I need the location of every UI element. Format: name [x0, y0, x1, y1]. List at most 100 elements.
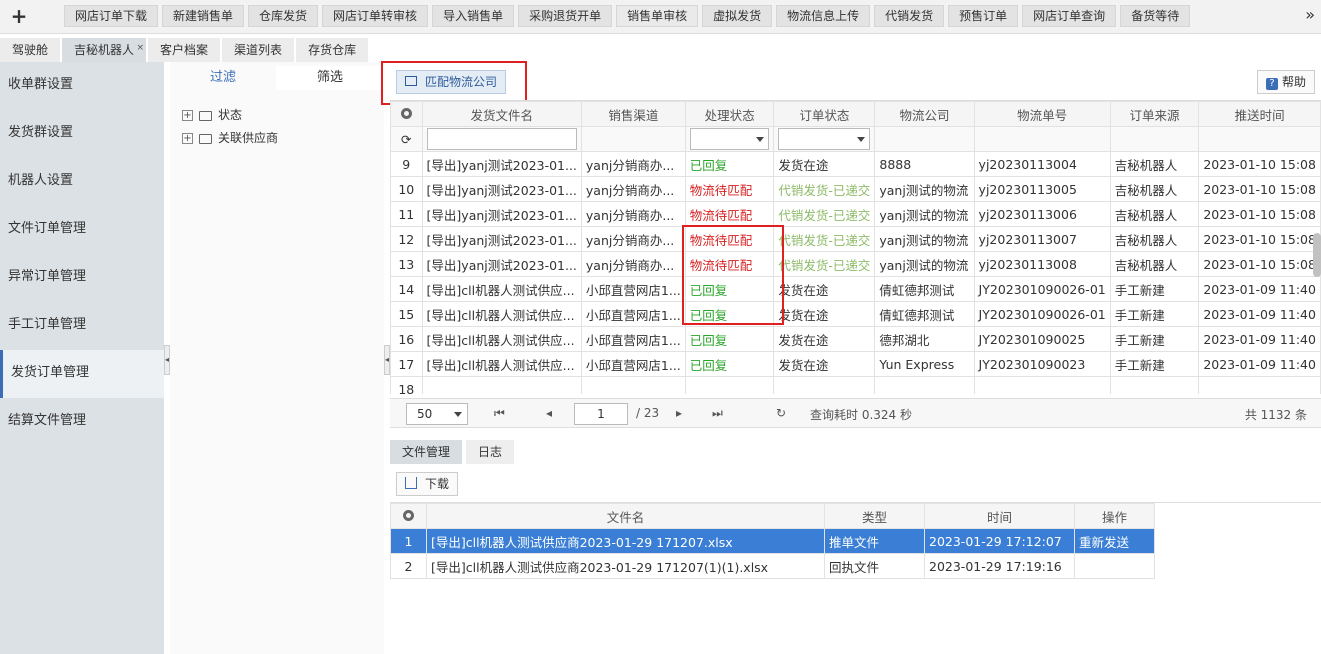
tab-module-1[interactable]: 吉秘机器人 ×	[62, 36, 147, 62]
toolbar-button-9[interactable]: 代销发货	[874, 5, 945, 27]
next-page-icon[interactable]: ▸	[676, 406, 682, 420]
expand-icon[interactable]: +	[182, 133, 193, 144]
cell-order: 发货在途	[773, 151, 876, 177]
tree-node-1[interactable]: + 关联供应商	[182, 127, 278, 150]
page-size-select[interactable]: 50	[406, 403, 468, 425]
toolbar-button-10[interactable]: 预售订单	[948, 5, 1019, 27]
cell-file: [导出]yanj测试2023-01...	[421, 176, 582, 202]
toolbar-button-12[interactable]: 备货等待	[1120, 5, 1191, 27]
column-header-0[interactable]: 发货文件名	[421, 101, 582, 127]
sidebar-item-1[interactable]: 发货群设置	[0, 110, 164, 158]
download-label: 下载	[425, 477, 450, 491]
filter-cell-proc	[684, 126, 775, 152]
table-row[interactable]: 1 [导出]cll机器人测试供应商2023-01-29 171207.xlsx 推单…	[390, 528, 1155, 554]
tab-label: 客户档案	[160, 43, 209, 57]
filter-proc-select[interactable]	[689, 128, 770, 150]
toolbar-button-4[interactable]: 导入销售单	[432, 5, 515, 27]
table-row[interactable]: 9 [导出]yanj测试2023-01... yanj分销商办... 已回复 发货在途 8…	[390, 151, 1321, 177]
close-icon[interactable]: ×	[136, 36, 144, 60]
chevron-down-icon	[454, 412, 462, 417]
table-row[interactable]: 10 [导出]yanj测试2023-01... yanj分销商办... 物流待匹配 代销…	[390, 176, 1321, 202]
toolbar-button-11[interactable]: 网店订单查询	[1022, 5, 1117, 27]
column-header-5[interactable]: 物流单号	[973, 101, 1111, 127]
filter-tree: + 状态 + 关联供应商	[182, 104, 278, 150]
filter-order-select[interactable]	[778, 128, 871, 150]
tab-module-4[interactable]: 存货仓库	[296, 38, 369, 62]
plus-icon[interactable]: +	[8, 4, 30, 28]
table-row[interactable]: 18	[390, 376, 1321, 394]
sidebar-item-4[interactable]: 异常订单管理	[0, 254, 164, 302]
toolbar-buttons: 网店订单下载 新建销售单 仓库发货 网店订单转审核 导入销售单 采购退货开单 销售单审核 虚拟…	[64, 5, 1191, 27]
more-icon[interactable]: »	[1305, 5, 1315, 24]
tab-bottom-1[interactable]: 日志	[466, 440, 515, 464]
prev-page-icon[interactable]: ◂	[546, 406, 552, 420]
column-header-2[interactable]: 处理状态	[684, 101, 775, 127]
toolbar-button-3[interactable]: 网店订单转审核	[322, 5, 429, 27]
page-number-input[interactable]: 1	[574, 403, 628, 425]
toolbar-button-0[interactable]: 网店订单下载	[64, 5, 159, 27]
table-row[interactable]: 17 [导出]cll机器人测试供应... 小邱直营网店1... 已回复 发货在途 Yun …	[390, 351, 1321, 377]
column-header-3[interactable]: 订单状态	[773, 101, 876, 127]
file-cell-op[interactable]: 重新发送	[1074, 528, 1155, 554]
cell-channel: 小邱直营网店1...	[580, 276, 686, 302]
column-header-7[interactable]: 推送时间	[1198, 101, 1321, 127]
sidebar-item-3[interactable]: 文件订单管理	[0, 206, 164, 254]
sidebar-item-0[interactable]: 收单群设置	[0, 62, 164, 110]
files-column-settings[interactable]	[390, 503, 427, 529]
tab-module-2[interactable]: 客户档案	[148, 38, 221, 62]
table-row[interactable]: 11 [导出]yanj测试2023-01... yanj分销商办... 物流待匹配 代销…	[390, 201, 1321, 227]
first-page-icon[interactable]: ⏮	[494, 406, 505, 421]
row-index: 1	[390, 528, 427, 554]
cell-source: 吉秘机器人	[1109, 201, 1200, 227]
row-index: 11	[390, 201, 423, 227]
gear-icon[interactable]	[400, 107, 412, 119]
toolbar-button-7[interactable]: 虚拟发货	[702, 5, 773, 27]
help-button[interactable]: ? 帮助	[1256, 70, 1315, 94]
file-cell-op[interactable]	[1074, 553, 1155, 579]
sidebar-item-2[interactable]: 机器人设置	[0, 158, 164, 206]
table-row[interactable]: 12 [导出]yanj测试2023-01... yanj分销商办... 物流待匹配 代销…	[390, 226, 1321, 252]
column-header-6[interactable]: 订单来源	[1109, 101, 1200, 127]
tab-module-3[interactable]: 渠道列表	[222, 38, 295, 62]
tab-bottom-0[interactable]: 文件管理	[390, 440, 463, 464]
table-row[interactable]: 2 [导出]cll机器人测试供应商2023-01-29 171207(1)(1).…	[390, 553, 1155, 579]
files-column-header-3[interactable]: 操作	[1074, 503, 1155, 529]
sidebar-item-6[interactable]: 发货订单管理	[0, 350, 164, 398]
table-row[interactable]: 13 [导出]yanj测试2023-01... yanj分销商办... 物流待匹配 代销…	[390, 251, 1321, 277]
refresh-icon[interactable]: ⟳	[390, 126, 423, 152]
column-header-4[interactable]: 物流公司	[874, 101, 975, 127]
toolbar-button-1[interactable]: 新建销售单	[162, 5, 245, 27]
tab-module-0[interactable]: 驾驶舱	[0, 38, 61, 62]
gear-icon[interactable]	[403, 509, 414, 521]
filter-pane: 过滤 筛选 + 状态 + 关联供应商	[170, 62, 384, 654]
table-row[interactable]: 16 [导出]cll机器人测试供应... 小邱直营网店1... 已回复 发货在途 德邦湖北…	[390, 326, 1321, 352]
toolbar-button-6[interactable]: 销售单审核	[616, 5, 699, 27]
toolbar-button-5[interactable]: 采购退货开单	[518, 5, 613, 27]
filter-file-input[interactable]	[426, 128, 577, 150]
tab-select[interactable]: 筛选	[276, 66, 384, 90]
cell-no: yj20230113004	[973, 151, 1111, 177]
tree-node-0[interactable]: + 状态	[182, 104, 278, 127]
last-page-icon[interactable]: ⏭	[712, 406, 723, 421]
sidebar-item-5[interactable]: 手工订单管理	[0, 302, 164, 350]
table-row[interactable]: 15 [导出]cll机器人测试供应... 小邱直营网店1... 已回复 发货在途 倩虹德邦…	[390, 301, 1321, 327]
reload-icon[interactable]: ↻	[776, 406, 786, 420]
file-cell-type: 推单文件	[824, 528, 925, 554]
files-column-header-2[interactable]: 时间	[924, 503, 1075, 529]
column-settings[interactable]	[390, 101, 423, 127]
expand-icon[interactable]: +	[182, 110, 193, 121]
column-header-1[interactable]: 销售渠道	[580, 101, 686, 127]
cell-logistics: yanj测试的物流	[874, 176, 975, 202]
cell-time: 2023-01-09 11:40	[1198, 276, 1321, 302]
toolbar-button-2[interactable]: 仓库发货	[248, 5, 319, 27]
row-index: 14	[390, 276, 423, 302]
tab-filter[interactable]: 过滤	[170, 66, 276, 90]
sidebar-item-7[interactable]: 结算文件管理	[0, 398, 164, 446]
files-column-header-0[interactable]: 文件名	[426, 503, 825, 529]
toolbar-button-8[interactable]: 物流信息上传	[776, 5, 871, 27]
files-column-header-1[interactable]: 类型	[824, 503, 925, 529]
table-row[interactable]: 14 [导出]cll机器人测试供应... 小邱直营网店1... 已回复 发货在途 倩虹德邦…	[390, 276, 1321, 302]
vertical-scrollbar[interactable]	[1313, 233, 1321, 277]
download-button[interactable]: 下载	[396, 472, 459, 496]
cell-no: yj20230113007	[973, 226, 1111, 252]
